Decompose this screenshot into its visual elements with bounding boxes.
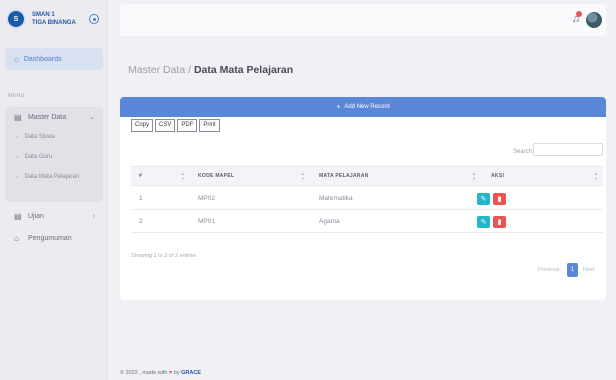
pagination-previous[interactable]: Previous xyxy=(538,263,559,277)
sort-icon[interactable]: ▲ ▼ xyxy=(472,171,476,181)
cell-mata-pelajaran: Matematika xyxy=(319,195,353,202)
plus-icon: + xyxy=(336,103,341,111)
sidebar-subitem-label: Data Mata Pelajaran xyxy=(24,174,80,180)
sort-icon[interactable]: ▲ ▼ xyxy=(301,171,305,181)
circle-icon: ◦ xyxy=(16,173,19,181)
circle-icon: ◦ xyxy=(16,153,19,161)
menu-section-label: MENU xyxy=(8,93,25,99)
footer: © 2022 , made with ♥ by GRACE xyxy=(120,370,201,376)
page-title: Data Mata Pelajaran xyxy=(193,64,294,76)
brand[interactable]: S SMAN 1 TIGA BINANGA xyxy=(0,0,107,38)
sidebar-toggle[interactable] xyxy=(89,14,99,24)
pencil-icon: ✎ xyxy=(480,196,487,203)
sidebar-item-label: Dashboards xyxy=(23,55,62,63)
table-row: 2 MP01 Agama ✎ ▮ xyxy=(131,211,603,233)
sidebar-subitem-data-siswa[interactable]: ◦ Data Siswa xyxy=(5,127,103,147)
edit-button[interactable]: ✎ xyxy=(477,193,490,205)
search-input[interactable] xyxy=(533,143,603,156)
sidebar-item-master-data[interactable]: ▤ Master Data ⌄ xyxy=(5,107,103,127)
sidebar-group-master-data: ▤ Master Data ⌄ ◦ Data Siswa ◦ Data Guru… xyxy=(5,107,103,202)
search-label: Search: xyxy=(513,149,534,155)
cell-mata-pelajaran: Agama xyxy=(319,218,340,225)
sidebar: S SMAN 1 TIGA BINANGA ⌂ Dashboards MENU … xyxy=(0,0,108,380)
cell-number: 2 xyxy=(139,218,143,225)
sort-icon[interactable]: ▲ ▼ xyxy=(594,171,598,181)
sidebar-item-label: Ujian xyxy=(28,212,44,220)
table-info: Showing 1 to 2 of 2 entries xyxy=(131,253,197,259)
edit-button[interactable]: ✎ xyxy=(477,216,490,228)
heart-icon: ♥ xyxy=(169,370,173,376)
table-header: # ▲ ▼ KODE MAPEL ▲ ▼ MATA PELAJARAN ▲ ▼ AKS… xyxy=(131,166,603,186)
export-buttons: Copy CSV PDF Print xyxy=(131,119,222,132)
sidebar-item-ujian[interactable]: ▤ Ujian › xyxy=(5,206,103,226)
chevron-right-icon: › xyxy=(92,212,95,220)
sort-icon[interactable]: ▲ ▼ xyxy=(181,171,185,181)
toggle-dot-icon xyxy=(92,17,96,21)
home-icon: ⌂ xyxy=(14,233,19,243)
sidebar-item-label: Master Data xyxy=(28,113,67,121)
trash-icon: ▮ xyxy=(497,219,502,226)
cell-kode-mapel: MP01 xyxy=(198,218,215,225)
chevron-down-icon: ⌄ xyxy=(89,114,95,121)
circle-icon: ◦ xyxy=(16,133,19,141)
cell-number: 1 xyxy=(139,195,143,202)
avatar[interactable] xyxy=(586,12,602,28)
add-new-record-label: Add New Record xyxy=(344,104,390,110)
top-navbar: ♫ xyxy=(120,4,606,36)
column-header-number[interactable]: # xyxy=(139,167,142,185)
pagination-current[interactable]: 1 xyxy=(567,263,578,277)
csv-button[interactable]: CSV xyxy=(155,119,176,132)
print-button[interactable]: Print xyxy=(199,119,220,132)
notification-badge xyxy=(576,11,582,17)
home-icon: ⌂ xyxy=(14,54,19,64)
sidebar-subitem-label: Data Guru xyxy=(24,154,53,160)
footer-author[interactable]: GRACE xyxy=(181,370,201,376)
add-new-record-button[interactable]: + Add New Record xyxy=(120,97,606,117)
table-card: + Add New Record Copy CSV PDF Print Sear… xyxy=(120,97,606,300)
sidebar-item-pengumuman[interactable]: ⌂ Pengumuman xyxy=(5,228,103,248)
sidebar-item-dashboards[interactable]: ⌂ Dashboards xyxy=(5,48,103,70)
sidebar-subitem-data-guru[interactable]: ◦ Data Guru xyxy=(5,147,103,167)
brand-line1: SMAN 1 xyxy=(32,12,55,18)
sidebar-subitem-data-mata-pelajaran[interactable]: ◦ Data Mata Pelajaran xyxy=(5,167,103,187)
brand-name: SMAN 1 TIGA BINANGA xyxy=(32,11,76,27)
pencil-icon: ✎ xyxy=(480,219,487,226)
table-row: 1 MP02 Matematika ✎ ▮ xyxy=(131,188,603,210)
sidebar-item-label: Pengumuman xyxy=(28,234,72,242)
file-icon: ▤ xyxy=(14,211,22,221)
column-header-mata-pelajaran[interactable]: MATA PELAJARAN xyxy=(319,167,369,185)
school-logo-text: S xyxy=(13,15,19,23)
delete-button[interactable]: ▮ xyxy=(493,216,506,228)
column-header-kode-mapel[interactable]: KODE MAPEL xyxy=(198,167,234,185)
cell-kode-mapel: MP02 xyxy=(198,195,215,202)
footer-prefix: © 2022 , made with xyxy=(120,370,168,376)
copy-button[interactable]: Copy xyxy=(131,119,154,132)
breadcrumb: Master Data / Data Mata Pelajaran xyxy=(128,64,293,76)
pagination-next[interactable]: Next xyxy=(583,263,594,277)
column-header-aksi[interactable]: AKSI xyxy=(491,167,504,185)
brand-line2: TIGA BINANGA xyxy=(32,20,76,26)
footer-by: by xyxy=(173,370,180,376)
pdf-button[interactable]: PDF xyxy=(177,119,198,132)
trash-icon: ▮ xyxy=(497,196,502,203)
delete-button[interactable]: ▮ xyxy=(493,193,506,205)
breadcrumb-parent[interactable]: Master Data / xyxy=(128,64,191,76)
file-icon: ▤ xyxy=(14,112,22,122)
school-logo: S xyxy=(6,9,26,29)
sidebar-subitem-label: Data Siswa xyxy=(24,134,55,140)
